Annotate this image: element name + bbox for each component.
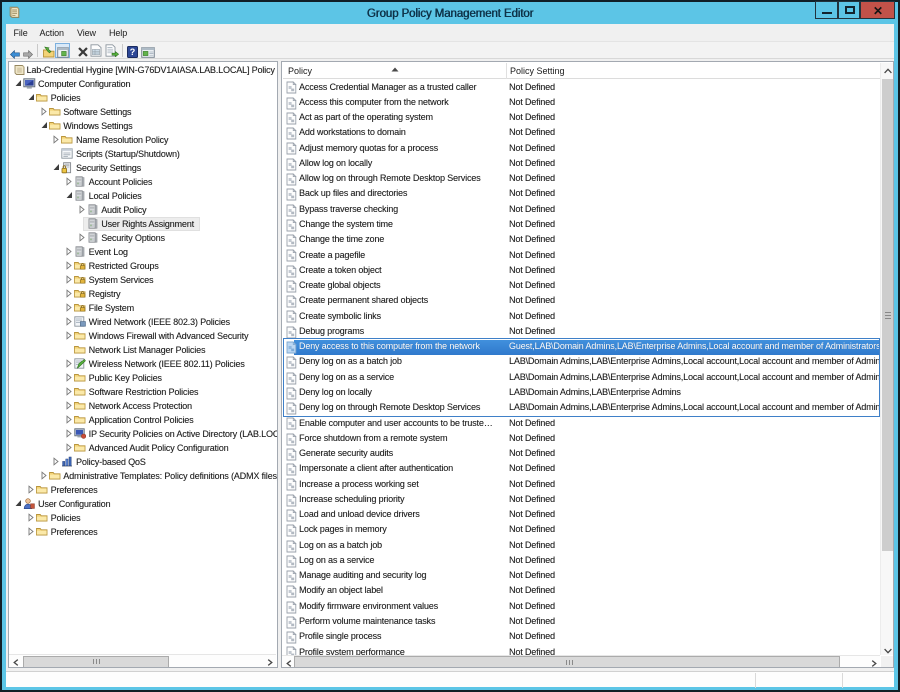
svg-text:?: ? <box>130 47 136 57</box>
